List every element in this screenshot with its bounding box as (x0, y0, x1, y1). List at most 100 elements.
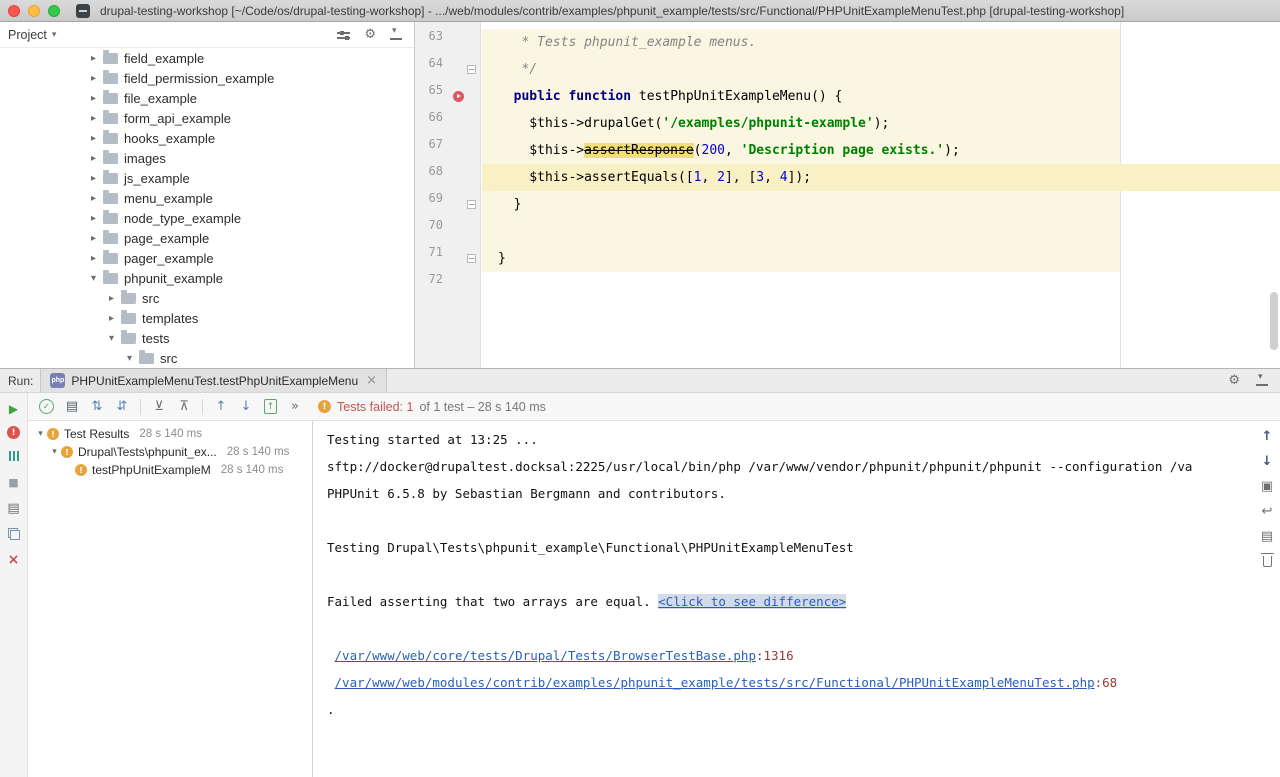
project-tree-item[interactable]: ▾src (0, 348, 414, 368)
show-passed-icon[interactable]: ✓ (39, 399, 54, 414)
project-tree-item[interactable]: ▾tests (0, 328, 414, 348)
run-tab[interactable]: php PHPUnitExampleMenuTest.testPhpUnitEx… (40, 369, 387, 392)
gutter-cell: 70 (415, 218, 482, 245)
chevron-right-icon[interactable]: ▸ (86, 73, 101, 84)
console-link[interactable]: <Click to see difference> (658, 594, 846, 609)
fold-marker-icon[interactable]: − (467, 200, 476, 209)
line-number: 67 (415, 137, 443, 164)
test-tree-item[interactable]: ▾!Drupal\Tests\phpunit_ex...28 s 140 ms (28, 443, 312, 461)
minimize-window-button[interactable] (28, 5, 40, 17)
test-tree-item[interactable]: ▾!Test Results28 s 140 ms (28, 425, 312, 443)
project-tree-item[interactable]: ▸page_example (0, 228, 414, 248)
chevron-down-icon[interactable]: ▾ (48, 447, 61, 457)
code-line[interactable]: } (482, 191, 521, 218)
chevron-right-icon[interactable]: ▸ (86, 93, 101, 104)
failed-test-gutter-icon[interactable] (453, 91, 464, 102)
gear-icon[interactable]: ⚙ (364, 28, 376, 41)
hide-panel-icon[interactable] (390, 29, 402, 40)
project-tree-item[interactable]: ▸file_example (0, 88, 414, 108)
project-tree-item[interactable]: ▸node_type_example (0, 208, 414, 228)
chevron-right-icon[interactable]: ▸ (104, 313, 119, 324)
project-tree-item[interactable]: ▸field_example (0, 48, 414, 68)
fold-marker-icon[interactable]: − (467, 65, 476, 74)
chevron-right-icon[interactable]: ▸ (104, 293, 119, 304)
rerun-failed-tests-button[interactable]: ! (7, 426, 20, 439)
chevron-right-icon[interactable]: ▸ (86, 133, 101, 144)
project-tree-item[interactable]: ▸js_example (0, 168, 414, 188)
fold-marker-icon[interactable]: − (467, 254, 476, 263)
up-stack-trace-icon[interactable]: ↑ (1259, 428, 1275, 444)
chevron-right-icon[interactable]: ▸ (86, 253, 101, 264)
test-failed-icon: ! (47, 428, 59, 440)
show-test-output-icon[interactable]: ▤ (62, 397, 82, 417)
collapse-all-icon[interactable]: ⊼ (174, 397, 194, 417)
view-options-icon[interactable] (337, 29, 350, 40)
code-line[interactable] (482, 272, 498, 299)
code-line[interactable]: $this->assertResponse(200, 'Description … (482, 137, 960, 164)
chevron-right-icon[interactable]: ▸ (86, 193, 101, 204)
code-line[interactable]: $this->assertEquals([1, 2], [3, 4]); (482, 164, 811, 191)
close-panel-button[interactable]: × (5, 551, 23, 569)
code-line[interactable]: public function testPhpUnitExampleMenu()… (482, 83, 842, 110)
chevron-down-icon[interactable]: ▾ (86, 273, 101, 284)
zoom-window-button[interactable] (48, 5, 60, 17)
chevron-right-icon[interactable]: ▸ (86, 113, 101, 124)
chevron-right-icon[interactable]: ▸ (86, 213, 101, 224)
restore-layout-button[interactable] (5, 525, 23, 543)
code-line[interactable]: */ (482, 56, 537, 83)
project-tree-item[interactable]: ▸pager_example (0, 248, 414, 268)
project-tree-item[interactable]: ▾phpunit_example (0, 268, 414, 288)
tree-item-label: templates (142, 311, 198, 326)
expand-all-icon[interactable]: ⊻ (149, 397, 169, 417)
tree-item-label: menu_example (124, 191, 213, 206)
import-test-results-icon[interactable]: ↑ (264, 399, 277, 414)
code-line[interactable]: $this->drupalGet('/examples/phpunit-exam… (482, 110, 889, 137)
project-tree-item[interactable]: ▸ menu_example (0, 188, 414, 208)
sort-by-duration-icon[interactable]: ⇵ (112, 397, 132, 417)
previous-failed-test-icon[interactable]: ↑ (211, 397, 231, 417)
project-tree-item[interactable]: ▸images (0, 148, 414, 168)
line-number: 66 (415, 110, 443, 137)
project-tree-item[interactable]: ▸field_permission_example (0, 68, 414, 88)
export-console-icon[interactable]: ▣ (1259, 478, 1275, 494)
chevron-right-icon[interactable]: ▸ (86, 233, 101, 244)
test-tree-item[interactable]: !testPhpUnitExampleM28 s 140 ms (28, 461, 312, 479)
show-options-menu-button[interactable]: ▤ (5, 499, 23, 517)
toggle-auto-test-button[interactable] (5, 447, 23, 465)
chevron-right-icon[interactable]: ▸ (86, 53, 101, 64)
down-stack-trace-icon[interactable]: ↓ (1259, 453, 1275, 469)
clear-console-icon[interactable] (1259, 553, 1275, 569)
editor[interactable]: 63 * Tests phpunit_example menus.64− */6… (415, 22, 1280, 368)
chevron-right-icon[interactable]: ▸ (86, 173, 101, 184)
test-console[interactable]: Testing started at 13:25 ...sftp://docke… (314, 421, 1254, 777)
chevron-down-icon[interactable]: ▾ (122, 353, 137, 364)
editor-lines[interactable]: 63 * Tests phpunit_example menus.64− */6… (415, 29, 1280, 299)
chevron-down-icon[interactable]: ▾ (104, 333, 119, 344)
soft-wrap-icon[interactable]: ↩ (1259, 503, 1275, 519)
editor-line: 71−} (415, 245, 1280, 272)
code-line[interactable]: * Tests phpunit_example menus. (482, 29, 756, 56)
close-window-button[interactable] (8, 5, 20, 17)
rerun-tests-button[interactable]: ▶ (5, 400, 23, 418)
console-link[interactable]: /var/www/web/core/tests/Drupal/Tests/Bro… (335, 648, 756, 663)
project-tree-item[interactable]: ▸form_api_example (0, 108, 414, 128)
project-tree-item[interactable]: ▸src (0, 288, 414, 308)
sort-alphabetically-icon[interactable]: ⇅ (87, 397, 107, 417)
chevron-right-icon[interactable]: ▸ (86, 153, 101, 164)
project-tree-item[interactable]: ▸hooks_example (0, 128, 414, 148)
print-console-icon[interactable]: ▤ (1259, 528, 1275, 544)
stop-button[interactable]: ■ (5, 473, 23, 491)
chevron-down-icon[interactable]: ▾ (34, 429, 47, 439)
code-line[interactable] (482, 218, 498, 245)
console-link[interactable]: /var/www/web/modules/contrib/examples/ph… (335, 675, 1095, 690)
next-failed-test-icon[interactable]: ↓ (236, 397, 256, 417)
run-panel-body: ▶ ! ■ ▤ × ✓ ▤ ⇅ ⇵ ⊻ ⊼ ↑ ↓ ↑ » (0, 393, 1280, 777)
editor-scrollbar[interactable] (1270, 292, 1278, 350)
gear-icon[interactable]: ⚙ (1228, 374, 1240, 387)
code-line[interactable]: } (482, 245, 506, 272)
hide-panel-icon[interactable] (1256, 375, 1268, 386)
double-chevron-icon[interactable]: » (285, 397, 305, 417)
project-tree-item[interactable]: ▸ templates (0, 308, 414, 328)
close-tab-icon[interactable]: × (366, 373, 377, 388)
project-view-selector[interactable]: Project ▾ (8, 28, 56, 42)
